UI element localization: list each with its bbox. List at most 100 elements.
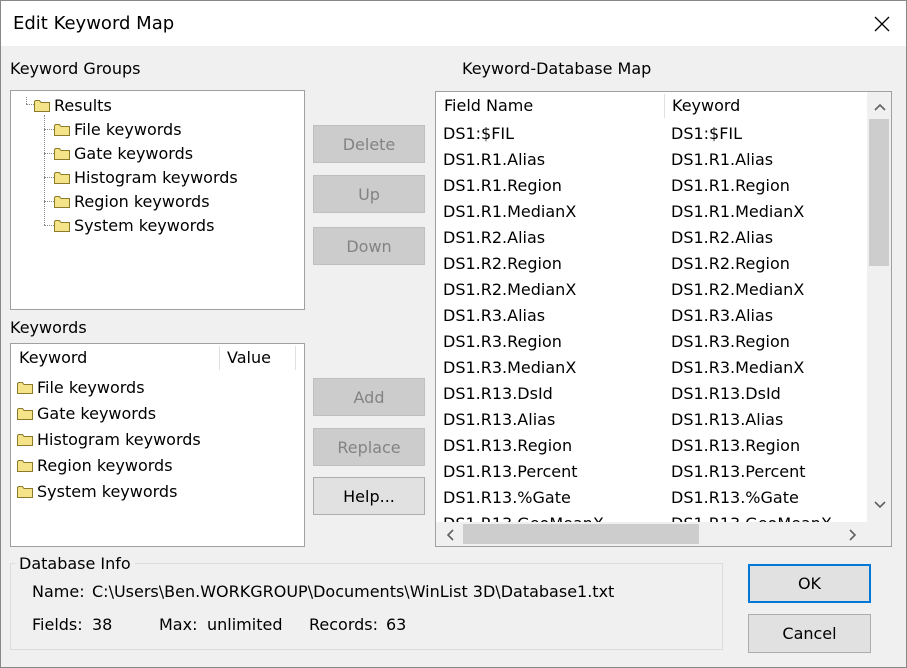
vertical-scrollbar[interactable] <box>867 92 891 523</box>
list-item-label: File keywords <box>37 377 145 397</box>
folder-icon <box>17 407 33 420</box>
scroll-up-button[interactable] <box>871 98 888 115</box>
field-name-cell: DS1.R2.Alias <box>443 228 546 247</box>
help-button[interactable]: Help... <box>313 477 425 515</box>
keyword-groups-tree[interactable]: Results File keywords Gate keywords Hist… <box>10 90 305 310</box>
list-item-label: System keywords <box>37 481 178 501</box>
column-header-field-name[interactable]: Field Name <box>436 92 664 120</box>
replace-button[interactable]: Replace <box>313 428 425 466</box>
keyword-cell: DS1.R13.Alias <box>671 410 784 429</box>
tree-connector <box>44 115 45 225</box>
chevron-down-icon <box>873 500 886 508</box>
table-row[interactable]: DS1.R2.MedianX DS1.R2.MedianX <box>436 277 891 303</box>
name-value: C:\Users\Ben.WORKGROUP\Documents\WinList… <box>92 582 615 601</box>
tree-node-region-keywords[interactable]: Region keywords <box>54 190 210 212</box>
keyword-cell: DS1.R3.Alias <box>671 306 774 325</box>
field-name-cell: DS1.R13.Percent <box>443 462 578 481</box>
tree-connector <box>44 177 54 178</box>
list-item[interactable]: File keywords <box>17 374 145 400</box>
table-row[interactable]: DS1.R13.Alias DS1.R13.Alias <box>436 407 891 433</box>
column-header-keyword[interactable]: Keyword <box>11 344 219 372</box>
tree-node-system-keywords[interactable]: System keywords <box>54 214 214 236</box>
keyword-cell: DS1.R13.Percent <box>671 462 806 481</box>
tree-connector <box>26 97 27 104</box>
folder-icon <box>17 485 33 498</box>
keyword-cell: DS1.R2.Alias <box>671 228 774 247</box>
tree-node-file-keywords[interactable]: File keywords <box>54 118 182 140</box>
table-row[interactable]: DS1.R13.DsId DS1.R13.DsId <box>436 381 891 407</box>
close-button[interactable] <box>858 1 906 46</box>
table-row[interactable]: DS1.R3.Alias DS1.R3.Alias <box>436 303 891 329</box>
list-item[interactable]: Histogram keywords <box>17 426 201 452</box>
horizontal-scroll-thumb[interactable] <box>463 524 699 544</box>
table-row[interactable]: DS1.R13.Percent DS1.R13.Percent <box>436 459 891 485</box>
table-row[interactable]: DS1.R13.%Gate DS1.R13.%Gate <box>436 485 891 511</box>
keyword-cell: DS1:$FIL <box>671 124 743 143</box>
cancel-button[interactable]: Cancel <box>748 614 871 653</box>
add-button[interactable]: Add <box>313 378 425 416</box>
horizontal-scrollbar[interactable] <box>436 522 867 546</box>
table-row[interactable]: DS1.R2.Alias DS1.R2.Alias <box>436 225 891 251</box>
list-item[interactable]: System keywords <box>17 478 177 504</box>
table-row[interactable]: DS1.R2.Region DS1.R2.Region <box>436 251 891 277</box>
tree-node-histogram-keywords[interactable]: Histogram keywords <box>54 166 238 188</box>
records-label: Records: <box>309 615 379 634</box>
folder-icon <box>17 381 33 394</box>
field-name-cell: DS1.R3.Alias <box>443 306 546 325</box>
folder-icon <box>17 433 33 446</box>
scroll-left-button[interactable] <box>441 526 458 543</box>
column-header-value[interactable]: Value <box>219 344 295 372</box>
table-row[interactable]: DS1.R3.MedianX DS1.R3.MedianX <box>436 355 891 381</box>
keyword-database-map-label: Keyword-Database Map <box>462 59 652 78</box>
keyword-cell: DS1.R13.Region <box>671 436 801 455</box>
scroll-down-button[interactable] <box>871 496 888 513</box>
table-row[interactable]: DS1.R1.Alias DS1.R1.Alias <box>436 147 891 173</box>
field-name-cell: DS1.R1.Region <box>443 176 562 195</box>
keywords-list[interactable]: Keyword Value File keywords Gate keyword… <box>10 343 305 547</box>
table-row[interactable]: DS1:$FIL DS1:$FIL <box>436 121 891 147</box>
tree-connector <box>44 129 54 130</box>
field-name-cell: DS1.R3.Region <box>443 332 562 351</box>
name-label: Name: <box>32 582 85 601</box>
table-row[interactable]: DS1.R3.Region DS1.R3.Region <box>436 329 891 355</box>
column-header-keyword[interactable]: Keyword <box>664 92 864 120</box>
keyword-database-map-list[interactable]: Field Name Keyword DS1:$FIL DS1:$FIL DS1… <box>435 91 892 547</box>
field-name-cell: DS1.R3.MedianX <box>443 358 577 377</box>
field-name-cell: DS1.R2.Region <box>443 254 562 273</box>
keyword-cell: DS1.R13.%Gate <box>671 488 799 507</box>
field-name-cell: DS1.R13.DsId <box>443 384 553 403</box>
up-button[interactable]: Up <box>313 175 425 213</box>
tree-node-label: Results <box>54 95 112 115</box>
folder-icon <box>17 459 33 472</box>
scroll-right-button[interactable] <box>844 526 861 543</box>
list-item[interactable]: Region keywords <box>17 452 173 478</box>
vertical-scroll-thumb[interactable] <box>869 119 889 266</box>
folder-icon <box>54 195 70 208</box>
down-button[interactable]: Down <box>313 227 425 265</box>
keyword-cell: DS1.R13.DsId <box>671 384 781 403</box>
chevron-up-icon <box>873 103 886 111</box>
list-item-label: Histogram keywords <box>37 429 201 449</box>
table-row[interactable]: DS1.R1.MedianX DS1.R1.MedianX <box>436 199 891 225</box>
column-separator[interactable] <box>295 346 296 370</box>
tree-node-results[interactable]: Results <box>34 94 112 116</box>
keyword-cell: DS1.R3.MedianX <box>671 358 805 377</box>
table-row[interactable]: DS1.R13.Region DS1.R13.Region <box>436 433 891 459</box>
folder-icon <box>54 123 70 136</box>
tree-node-gate-keywords[interactable]: Gate keywords <box>54 142 193 164</box>
keyword-cell: DS1.R1.Region <box>671 176 790 195</box>
list-item[interactable]: Gate keywords <box>17 400 156 426</box>
table-row[interactable]: DS1.R1.Region DS1.R1.Region <box>436 173 891 199</box>
folder-icon <box>54 171 70 184</box>
folder-icon <box>34 99 50 112</box>
delete-button[interactable]: Delete <box>313 125 425 163</box>
field-name-cell: DS1.R13.Region <box>443 436 573 455</box>
field-name-cell: DS1:$FIL <box>443 124 515 143</box>
tree-node-label: Region keywords <box>74 191 210 211</box>
ok-button[interactable]: OK <box>748 564 871 603</box>
title-bar: Edit Keyword Map <box>1 1 906 46</box>
field-name-cell: DS1.R13.%Gate <box>443 488 571 507</box>
tree-connector <box>26 104 34 105</box>
keyword-cell: DS1.R1.Alias <box>671 150 774 169</box>
tree-connector <box>44 225 54 226</box>
